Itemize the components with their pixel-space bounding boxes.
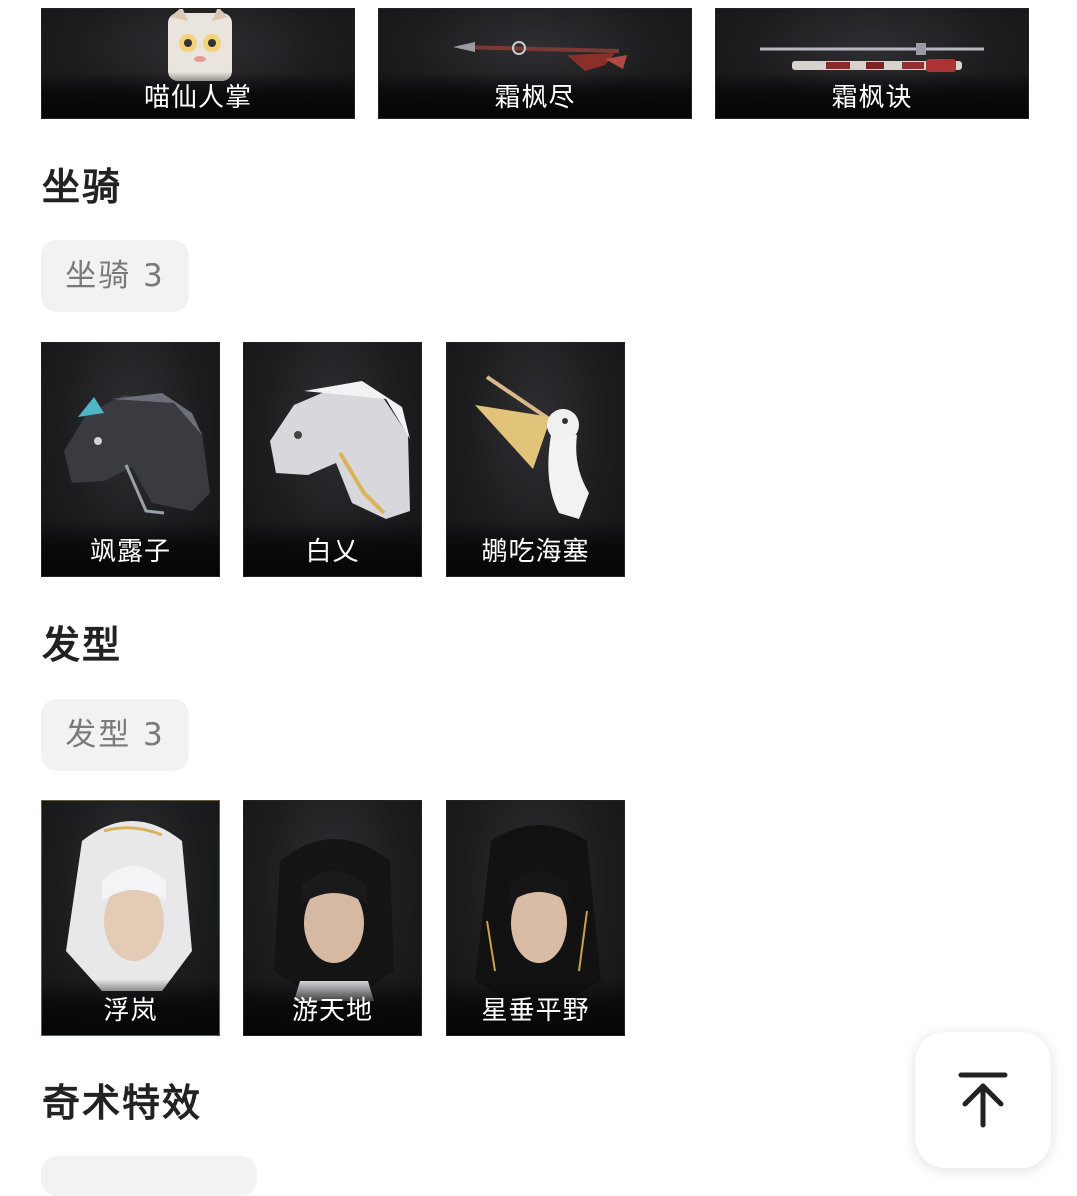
mount-label: 飒露子	[42, 520, 219, 576]
hairstyle-count-chip[interactable]: 发型 3	[41, 699, 189, 771]
hairstyle-card-1[interactable]: 浮岚	[41, 800, 220, 1036]
section-title-effects: 奇术特效	[42, 1081, 203, 1125]
section-title-mounts: 坐骑	[42, 165, 123, 209]
mount-card-3[interactable]: 鹕吃海塞	[446, 342, 625, 577]
arrow-up-to-top-icon	[958, 1072, 1008, 1128]
hairstyle-card-2[interactable]: 游天地	[243, 800, 422, 1036]
weapon-card-3[interactable]: 霜枫诀	[715, 8, 1029, 119]
weapon-label: 霜枫尽	[379, 72, 691, 118]
weapon-label: 喵仙人掌	[42, 72, 354, 118]
mount-label: 鹕吃海塞	[447, 520, 624, 576]
hairstyle-label: 游天地	[244, 979, 421, 1035]
back-to-top-button[interactable]	[915, 1032, 1051, 1168]
mount-card-1[interactable]: 飒露子	[41, 342, 220, 577]
mount-count-chip[interactable]: 坐骑 3	[41, 240, 189, 312]
weapon-card-1[interactable]: 喵仙人掌	[41, 8, 355, 119]
hairstyle-card-3[interactable]: 星垂平野	[446, 800, 625, 1036]
mount-card-2[interactable]: 白乂	[243, 342, 422, 577]
hairstyle-label: 星垂平野	[447, 979, 624, 1035]
hairstyle-label: 浮岚	[42, 979, 219, 1035]
mount-label: 白乂	[244, 520, 421, 576]
effects-count-chip[interactable]	[41, 1156, 257, 1196]
section-title-hairstyles: 发型	[42, 623, 123, 667]
weapon-card-2[interactable]: 霜枫尽	[378, 8, 692, 119]
weapon-label: 霜枫诀	[716, 72, 1028, 118]
